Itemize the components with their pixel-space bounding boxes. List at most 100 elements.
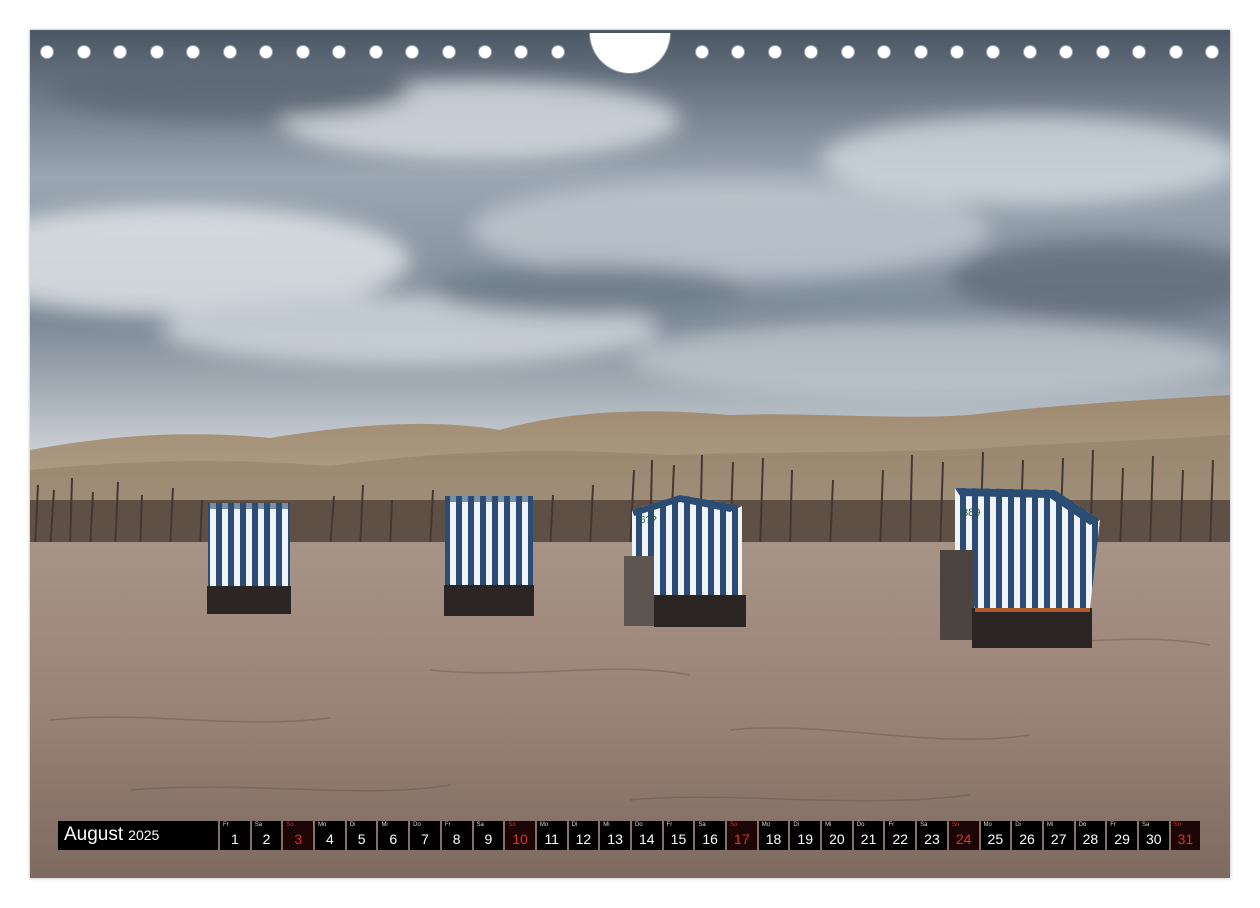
day-weekday: Sa [920, 822, 928, 828]
day-number: 18 [765, 831, 782, 847]
day-cell: So 10 [505, 821, 535, 850]
day-cell: So 17 [727, 821, 757, 850]
beach-chair-1 [207, 503, 291, 614]
day-number: 13 [607, 831, 623, 847]
day-weekday: Sa [698, 822, 706, 828]
day-cell: Fr 1 [220, 821, 250, 850]
day-cell: Do 21 [853, 821, 884, 850]
day-number: 12 [575, 831, 592, 847]
day-cell: Mo 4 [315, 821, 345, 850]
chair-4-number: 389 [962, 507, 980, 519]
beach-chair-3: 6?? [624, 495, 746, 627]
day-cell: So 31 [1170, 821, 1201, 850]
day-cell: Mo 18 [758, 821, 789, 850]
day-cell: Mi 6 [378, 821, 409, 850]
beach-scene-image: 6?? 389 [30, 30, 1230, 878]
day-weekday: Di [1015, 822, 1021, 828]
day-weekday: Do [1078, 822, 1087, 828]
day-weekday: Fr [444, 822, 451, 828]
day-weekday: Di [349, 822, 356, 828]
day-cell: Sa 16 [695, 821, 725, 850]
day-weekday: Fr [223, 822, 229, 828]
day-weekday: Di [793, 822, 800, 828]
day-number: 19 [797, 831, 813, 847]
day-number: 27 [1050, 831, 1067, 847]
day-weekday: Mi [825, 822, 832, 828]
day-number: 15 [670, 831, 687, 847]
day-weekday: Do [856, 822, 865, 828]
day-number: 8 [452, 831, 461, 847]
calendar-photo: 6?? 389 [30, 30, 1230, 878]
day-cell: Mi 13 [600, 821, 630, 850]
day-weekday: So [508, 822, 516, 828]
day-number: 21 [860, 831, 877, 847]
day-cell: So 3 [283, 821, 314, 850]
day-cell: So 24 [948, 821, 979, 850]
day-cell: Mo 25 [980, 821, 1011, 850]
day-cell: Di 19 [790, 821, 821, 850]
day-number: 9 [484, 831, 493, 847]
day-weekday: Sa [1141, 822, 1150, 828]
day-cell: Sa 23 [917, 821, 947, 850]
day-cell: Do 14 [631, 821, 662, 850]
day-weekday: Mo [761, 822, 771, 828]
beach-chair-4: 389 [940, 488, 1100, 648]
day-number: 30 [1145, 831, 1162, 847]
day-cell: Di 5 [346, 821, 377, 850]
day-weekday: Di [571, 822, 578, 828]
day-number: 14 [638, 831, 655, 847]
day-weekday: Mi [1046, 822, 1054, 828]
day-weekday: Fr [666, 822, 673, 828]
day-cell: Sa 9 [473, 821, 504, 850]
day-cell: Di 12 [568, 821, 599, 850]
month-label: August 2025 [58, 821, 218, 850]
day-weekday: Sa [476, 822, 484, 828]
day-number: 25 [987, 831, 1004, 847]
day-cell: Sa 30 [1138, 821, 1169, 850]
day-weekday: Fr [1110, 822, 1116, 828]
day-number: 6 [389, 831, 398, 847]
beach-chair-2 [444, 496, 534, 616]
day-weekday: Fr [888, 822, 895, 828]
day-number: 28 [1082, 831, 1099, 847]
day-number: 20 [829, 831, 845, 847]
day-weekday: Mo [983, 822, 992, 828]
day-number: 26 [1019, 831, 1035, 847]
day-weekday: Mo [539, 822, 549, 828]
calendar-strip: August 2025 Fr 1 Sa 2 So 3 Mo 4 Di 5 Mi 6 Do 7 Fr 8 Sa 9 S… [58, 821, 1201, 850]
day-cell: Fr 22 [885, 821, 916, 850]
day-weekday: Do [634, 822, 643, 828]
day-number: 22 [892, 831, 909, 847]
day-number: 23 [924, 831, 940, 847]
day-number: 16 [702, 831, 718, 847]
month-name: August [64, 824, 124, 845]
day-number: 24 [955, 831, 972, 847]
day-cell: Mi 27 [1043, 821, 1074, 850]
chair-3-number: 6?? [640, 515, 657, 526]
day-cell: Fr 29 [1107, 821, 1137, 850]
day-cell: Mi 20 [822, 821, 852, 850]
day-cell: Fr 15 [663, 821, 694, 850]
day-number: 1 [230, 831, 239, 847]
day-weekday: Sa [254, 822, 263, 828]
day-weekday: So [286, 822, 294, 828]
day-weekday: Mi [381, 822, 388, 828]
day-number: 29 [1114, 831, 1130, 847]
day-number: 31 [1177, 831, 1194, 847]
day-number: 11 [544, 831, 559, 847]
day-cell: Do 28 [1075, 821, 1106, 850]
day-number: 2 [262, 831, 271, 847]
day-cell: Do 7 [410, 821, 440, 850]
day-number: 5 [357, 831, 366, 847]
day-weekday: Mo [318, 822, 327, 828]
day-cell: Sa 2 [251, 821, 282, 850]
day-number: 4 [326, 831, 334, 847]
day-cell: Di 26 [1012, 821, 1042, 850]
day-weekday: Mi [603, 822, 610, 828]
day-number: 10 [512, 831, 528, 847]
day-number: 17 [734, 831, 750, 847]
day-weekday: So [951, 822, 960, 828]
day-weekday: So [1173, 822, 1181, 828]
day-number: 7 [421, 831, 429, 847]
day-weekday: So [730, 822, 738, 828]
